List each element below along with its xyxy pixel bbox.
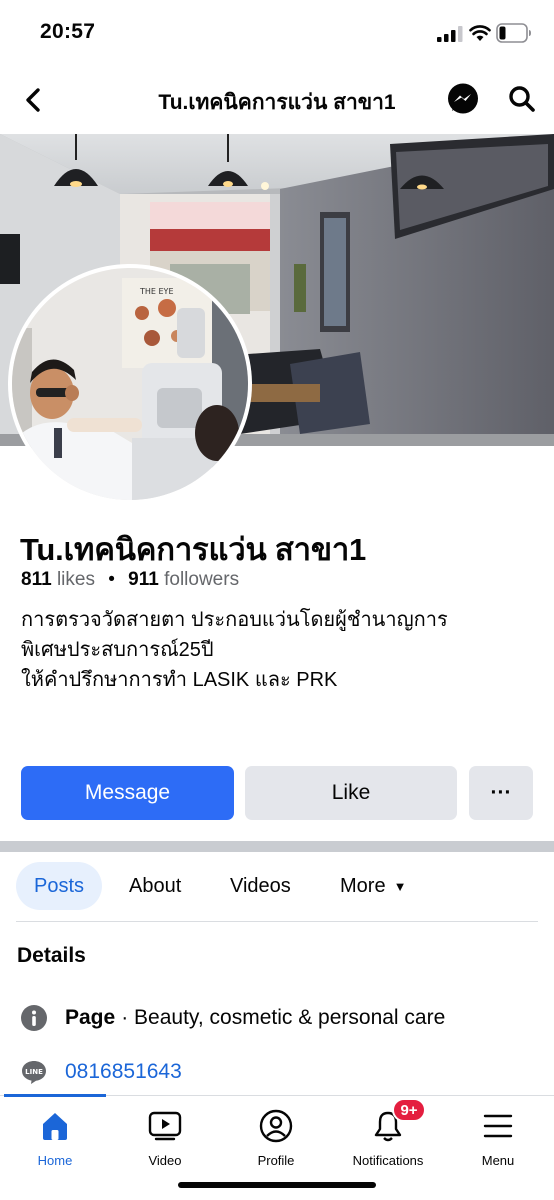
cellular-signal-icon xyxy=(437,26,463,42)
likes-label: likes xyxy=(56,569,95,590)
more-options-button[interactable]: ··· xyxy=(469,766,533,820)
chevron-left-icon xyxy=(26,88,40,112)
video-icon xyxy=(147,1108,183,1144)
active-tab-indicator xyxy=(4,1094,106,1097)
svg-text:LINE: LINE xyxy=(25,1068,43,1076)
line-app-icon: LINE xyxy=(20,1058,48,1086)
page-header: Tu.เทคนิคการแว่น สาขา1 xyxy=(0,66,554,134)
nav-video[interactable]: Video xyxy=(110,1108,220,1170)
tab-posts[interactable]: Posts xyxy=(16,862,102,910)
bio-line: การตรวจวัดสายตา ประกอบแว่นโดยผู้ชำนาญการ xyxy=(21,609,448,631)
menu-icon xyxy=(480,1108,516,1144)
detail-phone: LINE 0816851643 xyxy=(20,1056,182,1088)
battery-icon xyxy=(496,23,531,43)
tab-more[interactable]: More ▼ xyxy=(340,862,406,910)
home-icon xyxy=(37,1108,73,1144)
tab-videos[interactable]: Videos xyxy=(230,862,291,910)
message-button[interactable]: Message xyxy=(21,766,234,820)
status-bar: 20:57 xyxy=(0,0,554,66)
home-indicator xyxy=(178,1182,376,1188)
wifi-icon xyxy=(469,25,491,41)
page-name: Tu.เทคนิคการแว่น สาขา1 xyxy=(20,532,367,567)
status-time: 20:57 xyxy=(40,20,96,43)
separator-dot: • xyxy=(108,569,115,590)
search-button[interactable] xyxy=(505,82,539,116)
details-heading: Details xyxy=(17,944,86,967)
caret-down-icon: ▼ xyxy=(393,878,407,894)
followers-count: 911 xyxy=(128,569,159,590)
detail-category-prefix: Page xyxy=(65,1006,116,1029)
detail-category-text: · Beauty, cosmetic & personal care xyxy=(121,1006,446,1029)
tabs-divider xyxy=(16,921,538,922)
nav-home[interactable]: Home xyxy=(0,1108,110,1170)
nav-menu[interactable]: Menu xyxy=(443,1108,553,1170)
page-stats: 811 likes • 911 followers xyxy=(21,569,239,591)
notification-badge: 9+ xyxy=(392,1098,426,1122)
profile-icon xyxy=(258,1108,294,1144)
bell-icon: 9+ xyxy=(370,1098,426,1144)
page-tabs: Posts About Videos More ▼ xyxy=(16,862,538,912)
nav-menu-label: Menu xyxy=(481,1153,515,1168)
nav-profile[interactable]: Profile xyxy=(221,1108,331,1170)
detail-category: Page · Beauty, cosmetic & personal care xyxy=(20,1002,445,1034)
nav-profile-label: Profile xyxy=(257,1153,295,1168)
nav-notifications-label: Notifications xyxy=(352,1153,424,1168)
messenger-icon[interactable] xyxy=(446,82,480,116)
svg-text:THE EYE: THE EYE xyxy=(139,287,174,296)
nav-home-label: Home xyxy=(37,1153,73,1168)
tab-about[interactable]: About xyxy=(129,862,181,910)
info-icon xyxy=(20,1004,48,1032)
followers-label: followers xyxy=(164,569,240,590)
profile-picture-image: THE EYE xyxy=(12,268,248,500)
section-divider xyxy=(0,841,554,852)
page-bio: การตรวจวัดสายตา ประกอบแว่นโดยผู้ชำนาญการ… xyxy=(21,605,541,695)
header-title: Tu.เทคนิคการแว่น สาขา1 xyxy=(158,91,396,114)
search-icon xyxy=(509,86,535,112)
phone-link[interactable]: 0816851643 xyxy=(65,1060,182,1084)
bio-line: ให้คำปรึกษาการทำ LASIK และ PRK xyxy=(21,669,338,691)
back-button[interactable] xyxy=(18,82,48,118)
like-button[interactable]: Like xyxy=(245,766,457,820)
likes-count: 811 xyxy=(21,569,52,590)
nav-notifications[interactable]: 9+ Notifications xyxy=(333,1098,443,1170)
bio-line: พิเศษประสบการณ์25ปี xyxy=(21,639,214,661)
profile-picture[interactable]: THE EYE xyxy=(8,264,252,504)
tab-more-label: More xyxy=(340,874,386,897)
nav-video-label: Video xyxy=(148,1153,182,1168)
